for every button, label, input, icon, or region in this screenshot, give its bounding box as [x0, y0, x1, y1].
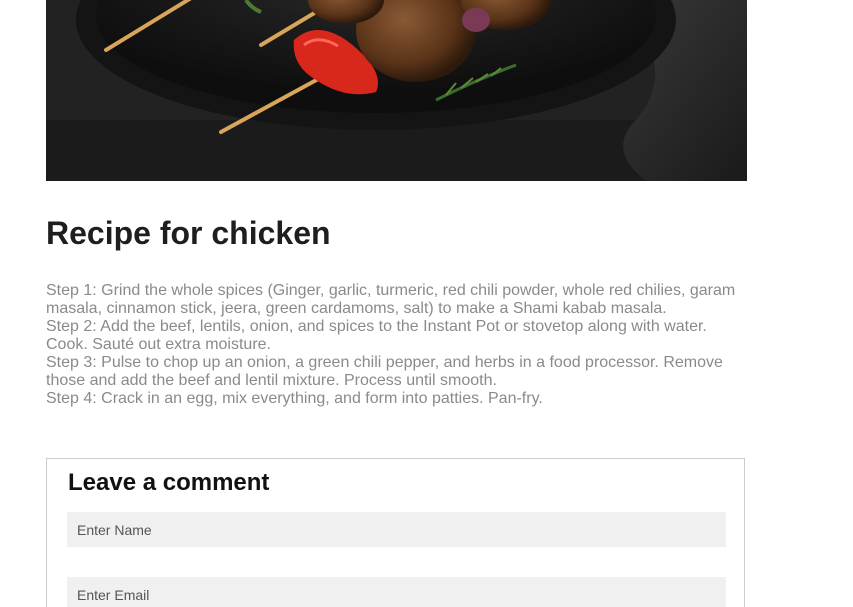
recipe-step: Step 4: Crack in an egg, mix everything,…	[46, 390, 543, 407]
recipe-steps: Step 1: Grind the whole spices (Ginger, …	[46, 282, 746, 408]
recipe-title: Recipe for chicken	[46, 215, 331, 251]
comment-form: Leave a comment	[46, 458, 745, 607]
recipe-page: Recipe for chicken Step 1: Grind the who…	[0, 0, 853, 607]
email-input[interactable]	[67, 577, 726, 607]
recipe-hero-image	[46, 0, 747, 181]
recipe-step: Step 3: Pulse to chop up an onion, a gre…	[46, 354, 723, 389]
name-input[interactable]	[67, 512, 726, 547]
comment-form-title: Leave a comment	[68, 469, 270, 496]
recipe-step: Step 1: Grind the whole spices (Ginger, …	[46, 282, 736, 317]
recipe-step: Step 2: Add the beef, lentils, onion, an…	[46, 318, 707, 353]
